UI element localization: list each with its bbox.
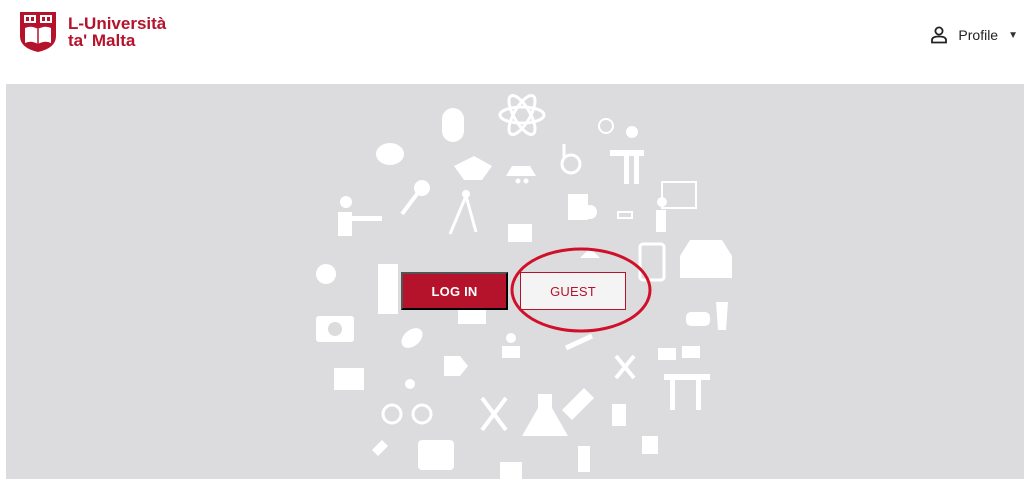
book-icon bbox=[500, 462, 522, 479]
burger-icon bbox=[686, 312, 710, 326]
microphone-icon bbox=[400, 180, 430, 216]
handshake-icon bbox=[454, 156, 492, 180]
desk-person-icon bbox=[610, 126, 644, 184]
computer-tower-icon bbox=[378, 264, 398, 314]
chat-meeting-icon bbox=[658, 346, 710, 410]
cutlery-icon bbox=[480, 396, 508, 432]
wheelchair-icon bbox=[560, 144, 582, 175]
university-name-line1: L-Università bbox=[68, 14, 167, 33]
dumbbell-icon bbox=[564, 333, 594, 351]
login-button[interactable]: LOG IN bbox=[401, 272, 508, 310]
hero-banner: LOG IN GUEST bbox=[6, 84, 1024, 479]
printer-icon bbox=[508, 224, 532, 242]
crest-icon bbox=[20, 12, 56, 52]
camera-icon bbox=[316, 316, 354, 342]
compass-icon bbox=[448, 190, 478, 235]
mug-icon bbox=[642, 436, 658, 454]
presenter-icon bbox=[656, 181, 697, 232]
cyclist-icon bbox=[381, 379, 433, 425]
drink-icon bbox=[716, 302, 728, 330]
microscope-icon bbox=[578, 446, 590, 472]
highlight-circle-annotation bbox=[510, 247, 652, 333]
bed-icon bbox=[617, 211, 633, 219]
theater-masks-icon bbox=[316, 264, 336, 284]
pencil-icon bbox=[562, 388, 594, 420]
chart-easel-icon bbox=[334, 368, 364, 390]
atom-icon bbox=[498, 94, 546, 136]
bin-icon bbox=[612, 404, 626, 426]
document-icon bbox=[568, 194, 597, 220]
profile-label: Profile bbox=[958, 27, 999, 43]
profile-menu[interactable]: Profile ▼ bbox=[930, 26, 1018, 44]
university-logo[interactable]: L-Università ta' Malta bbox=[18, 10, 166, 54]
university-name-line2: ta' Malta bbox=[68, 31, 136, 50]
university-name: L-Università ta' Malta bbox=[68, 15, 166, 49]
group-meeting-icon bbox=[502, 333, 520, 358]
tag-icon bbox=[444, 356, 468, 376]
flask-icon bbox=[522, 394, 568, 436]
bus-icon bbox=[418, 440, 454, 470]
car-icon bbox=[680, 240, 732, 278]
palette-icon bbox=[376, 143, 404, 165]
student-desk-icon bbox=[338, 196, 382, 236]
clock-icon bbox=[598, 118, 614, 134]
mouse-icon bbox=[442, 108, 464, 142]
tools-icon bbox=[614, 354, 636, 380]
football-icon bbox=[401, 328, 423, 348]
chevron-down-icon: ▼ bbox=[1008, 29, 1018, 41]
top-bar: L-Università ta' Malta Profile ▼ bbox=[0, 0, 1024, 84]
small-tag-icon bbox=[372, 440, 388, 456]
shower-icon bbox=[506, 166, 536, 184]
person-icon bbox=[931, 26, 948, 44]
